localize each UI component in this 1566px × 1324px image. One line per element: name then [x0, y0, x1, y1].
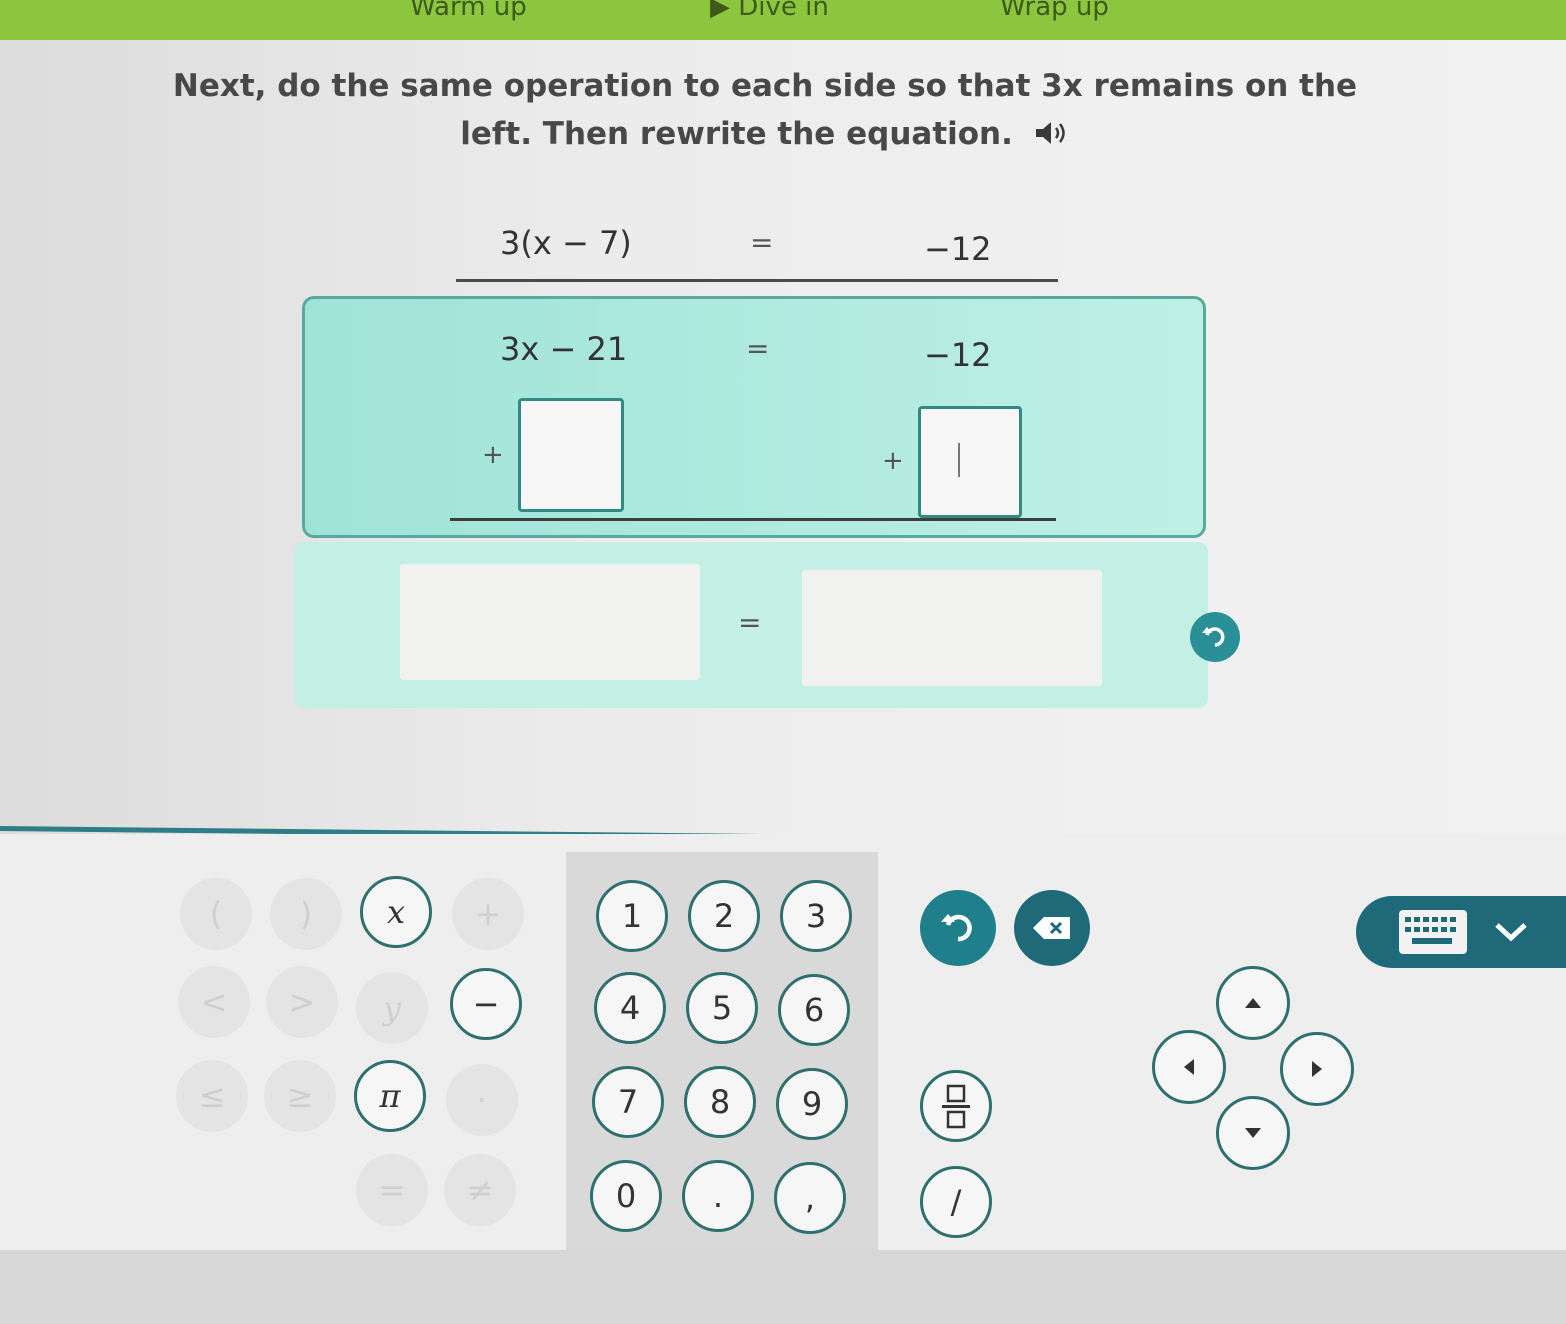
- key-y[interactable]: y: [356, 972, 428, 1044]
- chevron-down-icon: [1495, 923, 1527, 942]
- key-7[interactable]: 7: [592, 1066, 664, 1138]
- key-close-paren[interactable]: ): [270, 878, 342, 950]
- key-fraction[interactable]: [920, 1070, 992, 1142]
- answer-right-input[interactable]: [802, 570, 1102, 686]
- key-less-than[interactable]: <: [178, 966, 250, 1038]
- text-cursor: [958, 443, 960, 477]
- arrow-left-icon: [1184, 1059, 1194, 1075]
- answer-equals: =: [738, 606, 762, 639]
- key-9[interactable]: 9: [776, 1068, 848, 1140]
- fraction-icon: [942, 1084, 970, 1129]
- key-greater-equal[interactable]: ≥: [264, 1060, 336, 1132]
- undo-icon: [941, 914, 972, 942]
- key-minus[interactable]: −: [450, 968, 522, 1040]
- key-dot-multiply[interactable]: ·: [446, 1064, 518, 1136]
- key-5[interactable]: 5: [686, 972, 758, 1044]
- equation-divider-1: [456, 279, 1058, 282]
- progress-step-warm-up[interactable]: Warm up: [410, 0, 527, 22]
- key-8[interactable]: 8: [684, 1066, 756, 1138]
- keyboard-toggle-button[interactable]: [1356, 896, 1566, 968]
- arrow-up-icon: [1245, 998, 1261, 1008]
- bottom-area: [0, 1250, 1566, 1324]
- undo-button[interactable]: [920, 890, 996, 966]
- arrow-down-button[interactable]: [1216, 1096, 1290, 1170]
- key-2[interactable]: 2: [688, 880, 760, 952]
- key-6[interactable]: 6: [778, 974, 850, 1046]
- key-x[interactable]: x: [360, 876, 432, 948]
- arrow-up-button[interactable]: [1216, 966, 1290, 1040]
- instruction: Next, do the same operation to each side…: [150, 62, 1380, 160]
- equation-equals-1: =: [750, 226, 774, 259]
- arrow-right-button[interactable]: [1280, 1032, 1354, 1106]
- key-3[interactable]: 3: [780, 880, 852, 952]
- progress-step-dive-in-label: Dive in: [738, 0, 829, 22]
- key-plus[interactable]: +: [452, 878, 524, 950]
- key-4[interactable]: 4: [594, 972, 666, 1044]
- right-operation-input[interactable]: [918, 406, 1022, 518]
- step-left-expression: 3x − 21: [500, 330, 628, 368]
- keyboard-icon: [1399, 910, 1467, 954]
- equation-right-original: −12: [924, 230, 992, 268]
- key-equals[interactable]: =: [356, 1154, 428, 1226]
- left-plus-sign: +: [482, 440, 504, 470]
- backspace-button[interactable]: [1014, 890, 1090, 966]
- equation-left-original: 3(x − 7): [500, 224, 632, 262]
- instruction-text: Next, do the same operation to each side…: [172, 68, 1358, 152]
- backspace-icon: [1033, 917, 1070, 939]
- key-slash[interactable]: /: [920, 1166, 992, 1238]
- answer-left-input[interactable]: [400, 564, 700, 680]
- reset-row-button[interactable]: [1190, 612, 1240, 662]
- key-0[interactable]: 0: [590, 1160, 662, 1232]
- left-operation-input[interactable]: [518, 398, 624, 512]
- progress-bar: Warm up ▶ Dive in Wrap up: [0, 0, 1566, 40]
- step-right-expression: −12: [924, 336, 992, 374]
- reset-icon: [1202, 627, 1225, 647]
- key-open-paren[interactable]: (: [180, 878, 252, 950]
- right-plus-sign: +: [882, 446, 904, 476]
- progress-step-wrap-up[interactable]: Wrap up: [1000, 0, 1109, 22]
- arrow-right-icon: [1312, 1061, 1322, 1077]
- key-comma[interactable]: ,: [774, 1162, 846, 1234]
- key-less-equal[interactable]: ≤: [176, 1060, 248, 1132]
- key-1[interactable]: 1: [596, 880, 668, 952]
- speaker-icon[interactable]: [1034, 112, 1070, 160]
- key-not-equal[interactable]: ≠: [444, 1154, 516, 1226]
- arrow-down-icon: [1245, 1128, 1261, 1138]
- progress-step-dive-in[interactable]: ▶ Dive in: [710, 0, 829, 22]
- key-greater-than[interactable]: >: [266, 966, 338, 1038]
- key-decimal-point[interactable]: .: [682, 1160, 754, 1232]
- key-pi[interactable]: π: [354, 1060, 426, 1132]
- equation-divider-2: [450, 518, 1056, 521]
- arrow-left-button[interactable]: [1152, 1030, 1226, 1104]
- step-equals: =: [746, 332, 770, 365]
